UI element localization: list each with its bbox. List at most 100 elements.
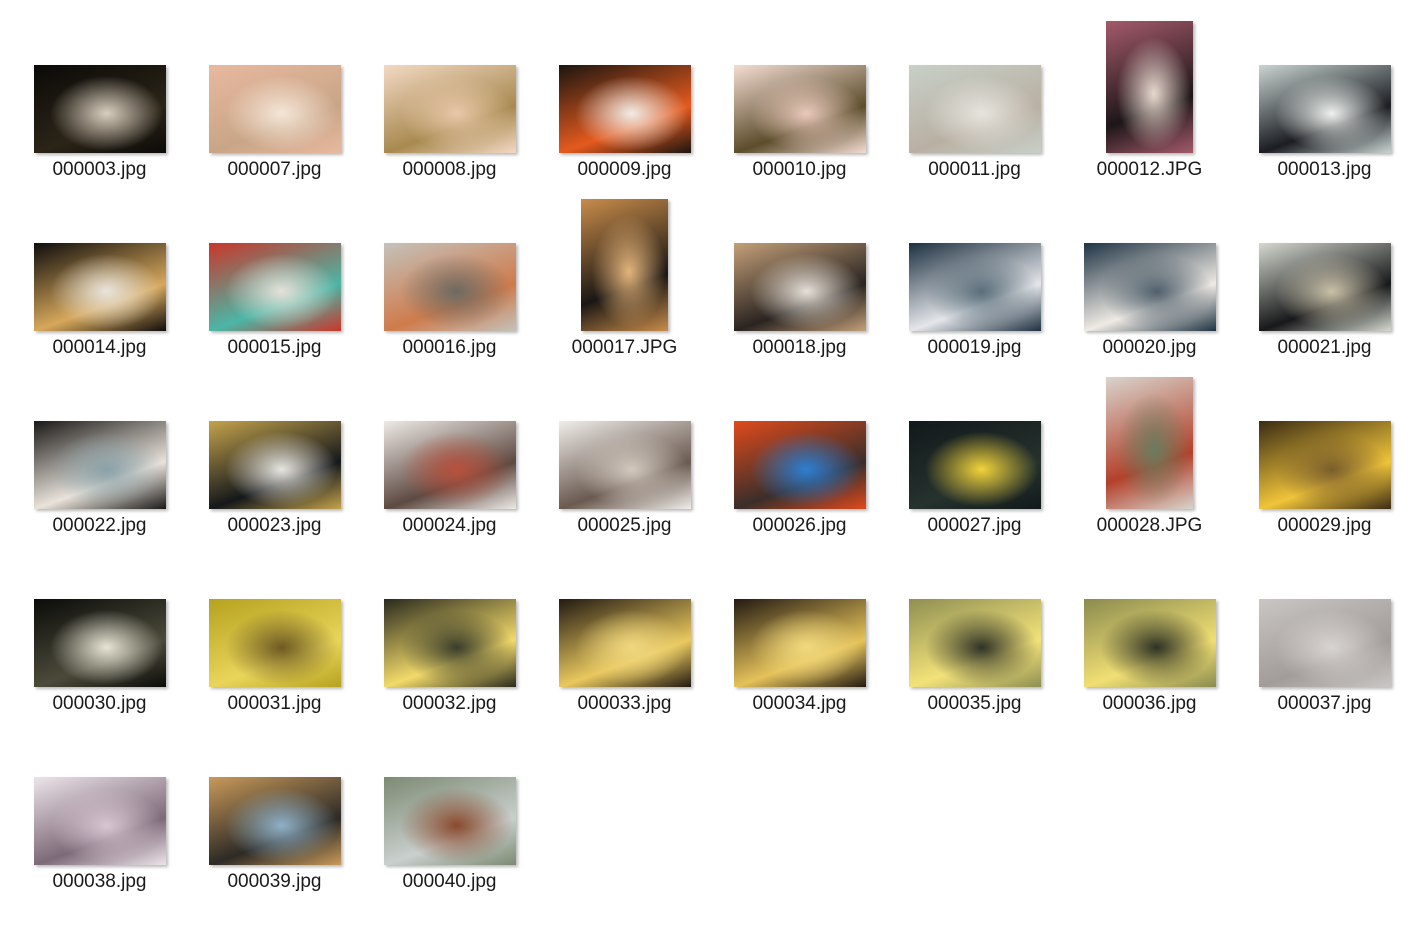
thumbnail-frame — [362, 544, 537, 687]
file-item[interactable]: 000014.jpg — [12, 188, 187, 366]
thumbnail-frame — [12, 10, 187, 153]
file-item[interactable]: 000023.jpg — [187, 366, 362, 544]
image-thumbnail[interactable] — [383, 777, 516, 865]
thumbnail-frame — [887, 188, 1062, 331]
image-thumbnail[interactable] — [1258, 243, 1391, 331]
image-thumbnail[interactable] — [383, 599, 516, 687]
image-thumbnail[interactable] — [733, 421, 866, 509]
file-name-label: 000026.jpg — [752, 515, 847, 536]
file-name-label: 000025.jpg — [577, 515, 672, 536]
file-item[interactable]: 000038.jpg — [12, 722, 187, 900]
file-thumbnail-grid: 000003.jpg 000007.jpg 000008.jpg 000009.jpg… — [12, 0, 1412, 939]
image-thumbnail[interactable] — [33, 777, 166, 865]
file-item[interactable]: 000016.jpg — [362, 188, 537, 366]
file-item[interactable]: 000031.jpg — [187, 544, 362, 722]
file-item[interactable]: 000029.jpg — [1237, 366, 1412, 544]
image-thumbnail[interactable] — [208, 599, 341, 687]
thumbnail-frame — [187, 544, 362, 687]
file-item[interactable]: 000030.jpg — [12, 544, 187, 722]
file-name-label: 000028.JPG — [1096, 515, 1203, 536]
file-item[interactable]: 000028.JPG — [1062, 366, 1237, 544]
image-thumbnail[interactable] — [1258, 65, 1391, 153]
file-item[interactable]: 000008.jpg — [362, 10, 537, 188]
image-thumbnail[interactable] — [558, 599, 691, 687]
file-name-label: 000037.jpg — [1277, 693, 1372, 714]
file-item[interactable]: 000035.jpg — [887, 544, 1062, 722]
image-thumbnail[interactable] — [1258, 421, 1391, 509]
file-name-label: 000009.jpg — [577, 159, 672, 180]
image-thumbnail[interactable] — [383, 421, 516, 509]
file-item[interactable]: 000003.jpg — [12, 10, 187, 188]
image-thumbnail[interactable] — [33, 65, 166, 153]
thumbnail-frame — [712, 544, 887, 687]
image-thumbnail[interactable] — [208, 421, 341, 509]
file-name-label: 000032.jpg — [402, 693, 497, 714]
file-name-label: 000039.jpg — [227, 871, 322, 892]
file-name-label: 000014.jpg — [52, 337, 147, 358]
image-thumbnail[interactable] — [558, 421, 691, 509]
file-name-label: 000034.jpg — [752, 693, 847, 714]
file-name-label: 000013.jpg — [1277, 159, 1372, 180]
file-item[interactable]: 000009.jpg — [537, 10, 712, 188]
image-thumbnail[interactable] — [208, 243, 341, 331]
file-item[interactable]: 000018.jpg — [712, 188, 887, 366]
image-thumbnail[interactable] — [558, 65, 691, 153]
file-name-label: 000035.jpg — [927, 693, 1022, 714]
file-item[interactable]: 000037.jpg — [1237, 544, 1412, 722]
image-thumbnail[interactable] — [33, 599, 166, 687]
file-item[interactable]: 000013.jpg — [1237, 10, 1412, 188]
image-thumbnail[interactable] — [581, 199, 668, 331]
image-thumbnail[interactable] — [1083, 243, 1216, 331]
image-thumbnail[interactable] — [733, 65, 866, 153]
thumbnail-frame — [362, 366, 537, 509]
file-item[interactable]: 000040.jpg — [362, 722, 537, 900]
file-item[interactable]: 000010.jpg — [712, 10, 887, 188]
image-thumbnail[interactable] — [733, 243, 866, 331]
image-thumbnail[interactable] — [908, 421, 1041, 509]
file-item[interactable]: 000026.jpg — [712, 366, 887, 544]
file-item[interactable]: 000012.JPG — [1062, 10, 1237, 188]
image-thumbnail[interactable] — [383, 65, 516, 153]
image-thumbnail[interactable] — [33, 421, 166, 509]
thumbnail-frame — [12, 722, 187, 865]
file-item[interactable]: 000025.jpg — [537, 366, 712, 544]
image-thumbnail[interactable] — [208, 65, 341, 153]
file-item[interactable]: 000039.jpg — [187, 722, 362, 900]
thumbnail-frame — [12, 544, 187, 687]
thumbnail-frame — [187, 366, 362, 509]
image-thumbnail[interactable] — [908, 65, 1041, 153]
file-item[interactable]: 000034.jpg — [712, 544, 887, 722]
image-thumbnail[interactable] — [208, 777, 341, 865]
file-item[interactable]: 000033.jpg — [537, 544, 712, 722]
file-item[interactable]: 000020.jpg — [1062, 188, 1237, 366]
file-item[interactable]: 000007.jpg — [187, 10, 362, 188]
file-item[interactable]: 000017.JPG — [537, 188, 712, 366]
image-thumbnail[interactable] — [1106, 21, 1193, 153]
thumbnail-frame — [362, 188, 537, 331]
file-name-label: 000022.jpg — [52, 515, 147, 536]
file-item[interactable]: 000011.jpg — [887, 10, 1062, 188]
thumbnail-frame — [537, 10, 712, 153]
image-thumbnail[interactable] — [908, 243, 1041, 331]
image-thumbnail[interactable] — [383, 243, 516, 331]
image-thumbnail[interactable] — [908, 599, 1041, 687]
file-item[interactable]: 000032.jpg — [362, 544, 537, 722]
file-item[interactable]: 000021.jpg — [1237, 188, 1412, 366]
image-thumbnail[interactable] — [33, 243, 166, 331]
file-item[interactable]: 000036.jpg — [1062, 544, 1237, 722]
file-name-label: 000021.jpg — [1277, 337, 1372, 358]
image-thumbnail[interactable] — [733, 599, 866, 687]
file-item[interactable]: 000015.jpg — [187, 188, 362, 366]
file-name-label: 000011.jpg — [928, 159, 1021, 180]
image-thumbnail[interactable] — [1106, 377, 1193, 509]
file-item[interactable]: 000022.jpg — [12, 366, 187, 544]
file-item[interactable]: 000024.jpg — [362, 366, 537, 544]
image-thumbnail[interactable] — [1258, 599, 1391, 687]
file-name-label: 000031.jpg — [227, 693, 322, 714]
file-name-label: 000030.jpg — [52, 693, 147, 714]
file-item[interactable]: 000027.jpg — [887, 366, 1062, 544]
image-thumbnail[interactable] — [1083, 599, 1216, 687]
thumbnail-frame — [1062, 188, 1237, 331]
file-name-label: 000020.jpg — [1102, 337, 1197, 358]
file-item[interactable]: 000019.jpg — [887, 188, 1062, 366]
